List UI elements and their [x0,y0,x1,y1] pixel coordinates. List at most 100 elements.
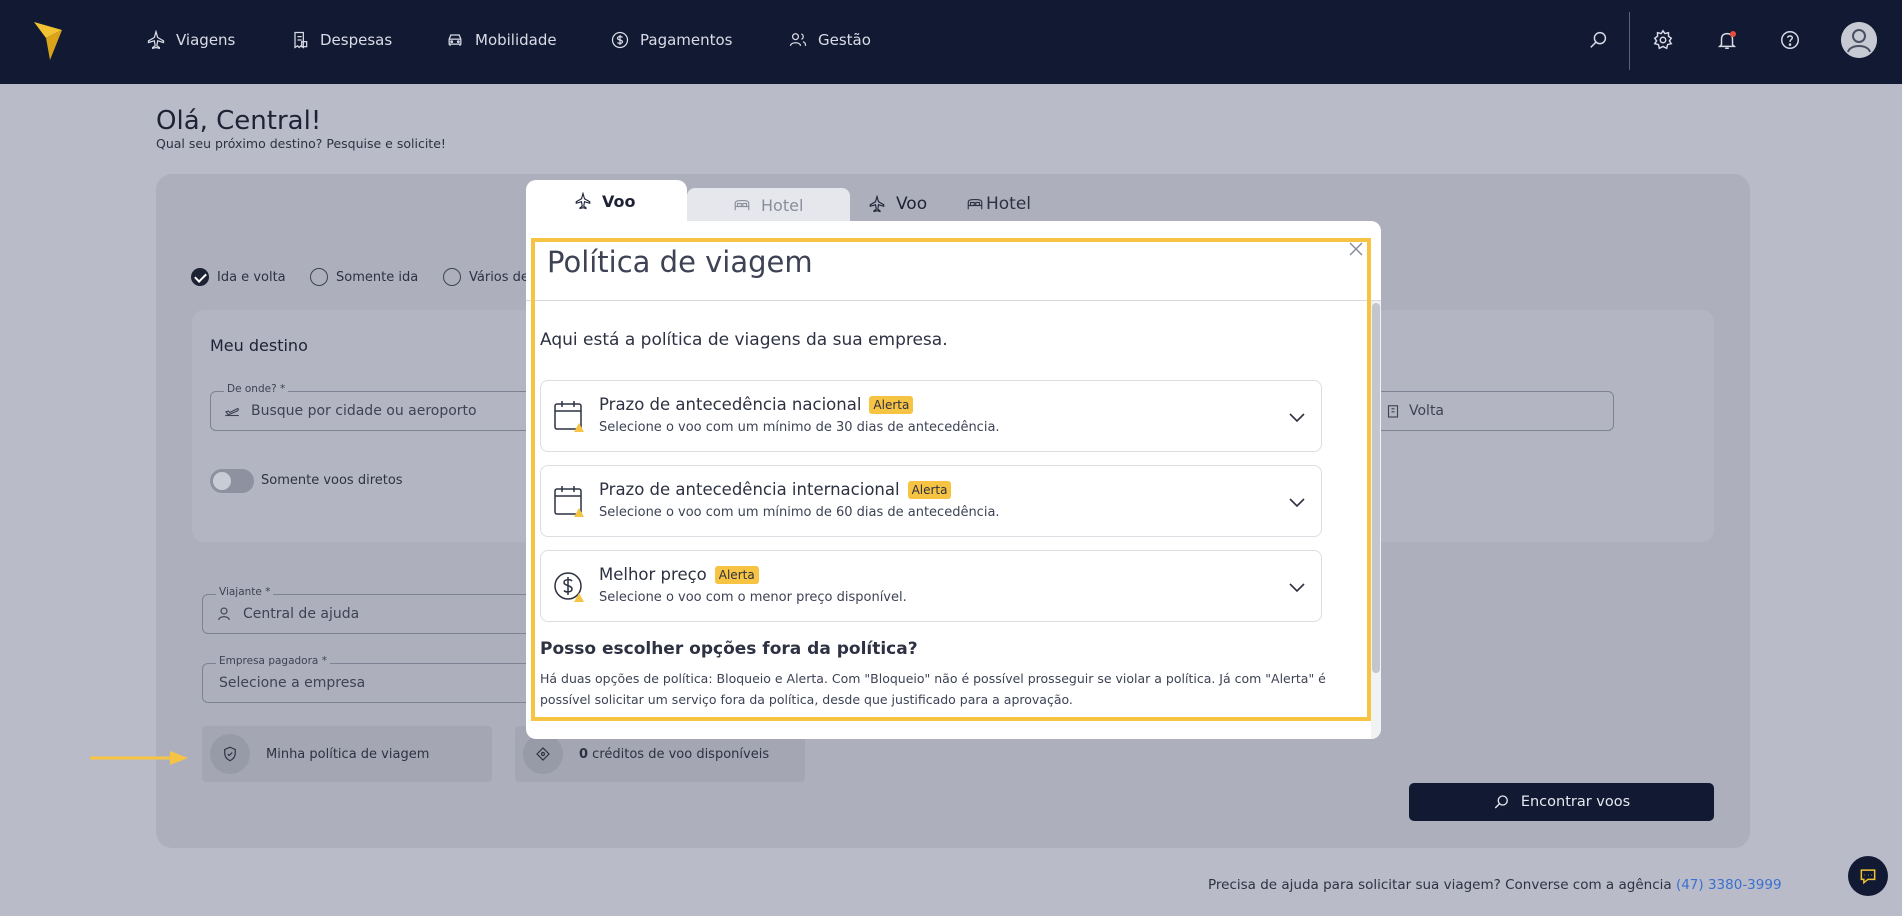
policy-item-national[interactable]: Prazo de antecedência nacional Alerta Se… [540,380,1322,452]
page-subtitle: Qual seu próximo destino? Pesquise e sol… [156,136,446,151]
radio[interactable] [310,268,328,286]
nav-item-gestao[interactable]: Gestão [788,28,871,52]
traveler-value: Central de ajuda [243,606,360,622]
search-button[interactable] [1586,27,1612,53]
policy-title-text: Melhor preço [599,565,707,584]
plane-icon [147,30,165,50]
nav-item-pagamentos[interactable]: Pagamentos [610,28,733,52]
calendar-alert-icon [554,401,584,432]
shield-check-icon [224,746,236,762]
modal-intro: Aqui está a política de viagens da sua e… [540,330,948,350]
help-circle-icon [1781,31,1799,49]
origin-label: De onde? * [224,383,289,395]
credits-count: 0 [579,746,589,762]
find-flights-button[interactable]: Encontrar voos [1409,783,1714,821]
find-flights-label: Encontrar voos [1520,794,1631,810]
calendar-icon [1387,405,1399,418]
footer-help: Precisa de ajuda para solicitar sua viag… [1208,877,1782,893]
return-date-placeholder: Volta [1409,403,1445,419]
credits-label: créditos de voo disponíveis [588,746,770,762]
faq-answer: Há duas opções de política: Bloqueio e A… [540,671,1326,707]
nav-item-label: Gestão [818,31,871,49]
trip-option-label: Ida e volta [217,269,286,285]
trip-option-round[interactable]: Ida e volta [191,268,286,286]
scrollbar-thumb[interactable] [1372,303,1380,673]
nav-item-label: Viagens [176,31,236,49]
chat-icon [1860,869,1876,885]
receipt-icon [294,31,308,49]
users-icon [789,33,807,47]
agency-phone-link[interactable]: (47) 3380-3999 [1676,877,1782,893]
help-button[interactable] [1777,27,1803,53]
car-icon [448,34,462,46]
alert-badge: Alerta [714,565,759,584]
close-icon [1349,242,1363,256]
bed-icon [734,199,750,211]
faq-question: Posso escolher opções fora da política? [540,639,918,659]
shield-wrap [210,734,250,774]
nav-item-viagens[interactable]: Viagens [146,28,235,52]
nav-item-mobilidade[interactable]: Mobilidade [445,28,557,52]
nav-item-despesas[interactable]: Despesas [290,28,392,52]
policy-item-best-price[interactable]: Melhor preço Alerta Selecione o voo com … [540,550,1322,622]
policy-title-text: Prazo de antecedência nacional [599,395,862,414]
radio[interactable] [443,268,461,286]
tab-hotel[interactable]: Hotel [687,188,850,222]
ticket-icon [536,747,550,761]
user-icon [218,607,230,621]
avatar[interactable] [1841,22,1877,58]
search-icon [1590,31,1607,48]
tab-label: Hotel [761,195,804,215]
ticket-wrap [523,734,563,774]
company-logo-icon[interactable] [32,20,64,62]
my-travel-policy-button[interactable]: Minha política de viagem [202,726,492,782]
destination-title: Meu destino [210,336,308,355]
trip-option-multi[interactable]: Vários de [443,268,529,286]
search-icon [1494,795,1508,809]
origin-input[interactable]: Busque por cidade ou aeroporto [210,391,540,431]
policy-description: Selecione o voo com um mínimo de 60 dias… [599,505,1000,520]
nav-item-label: Despesas [320,31,393,49]
direct-flights-label: Somente voos diretos [261,473,403,488]
company-label: Empresa pagadora * [216,655,330,667]
expand-button[interactable] [1288,579,1306,593]
tab-voo-secondary[interactable]: Voo [868,194,927,214]
travel-policy-modal: Política de viagem Aqui está a política … [526,221,1381,739]
alert-badge: Alerta [907,480,952,499]
chevron-down-icon [1289,498,1305,508]
policy-item-international[interactable]: Prazo de antecedência internacional Aler… [540,465,1322,537]
gear-icon [1653,29,1673,50]
modal-title: Política de viagem [547,245,813,279]
policy-title: Prazo de antecedência nacional Alerta [599,395,914,414]
alert-badge: Alerta [869,395,914,414]
tab-voo[interactable]: Voo [526,180,687,222]
policy-title: Melhor preço Alerta [599,565,759,584]
modal-divider [526,300,1381,301]
expand-button[interactable] [1288,409,1306,423]
nav-item-label: Mobilidade [475,31,557,49]
pointer-arrow-icon [90,751,188,765]
traveler-input[interactable]: Central de ajuda [202,594,532,634]
plane-icon [575,192,591,210]
direct-flights-toggle[interactable] [210,469,254,493]
company-select[interactable]: Selecione a empresa [202,663,532,703]
nav-item-label: Pagamentos [640,31,733,49]
return-date-input[interactable]: Volta [1376,391,1614,431]
chat-button[interactable] [1848,856,1888,896]
top-divider [1629,12,1630,70]
tab-hotel-secondary[interactable]: Hotel [966,194,1031,214]
policy-title-text: Prazo de antecedência internacional [599,480,900,499]
radio-checked[interactable] [191,268,209,286]
top-navbar: Viagens Despesas Mobilidade Pagamentos G… [0,0,1902,84]
settings-button[interactable] [1650,27,1676,53]
calendar-alert-icon [554,486,584,517]
notifications-button[interactable] [1714,27,1740,53]
trip-option-label: Vários de [469,269,529,285]
close-button[interactable] [1348,241,1364,257]
trip-option-label: Somente ida [336,269,419,285]
tab-label: Voo [602,191,636,211]
expand-button[interactable] [1288,494,1306,508]
dollar-alert-icon [554,572,584,602]
trip-option-oneway[interactable]: Somente ida [310,268,418,286]
bed-icon [967,198,983,210]
